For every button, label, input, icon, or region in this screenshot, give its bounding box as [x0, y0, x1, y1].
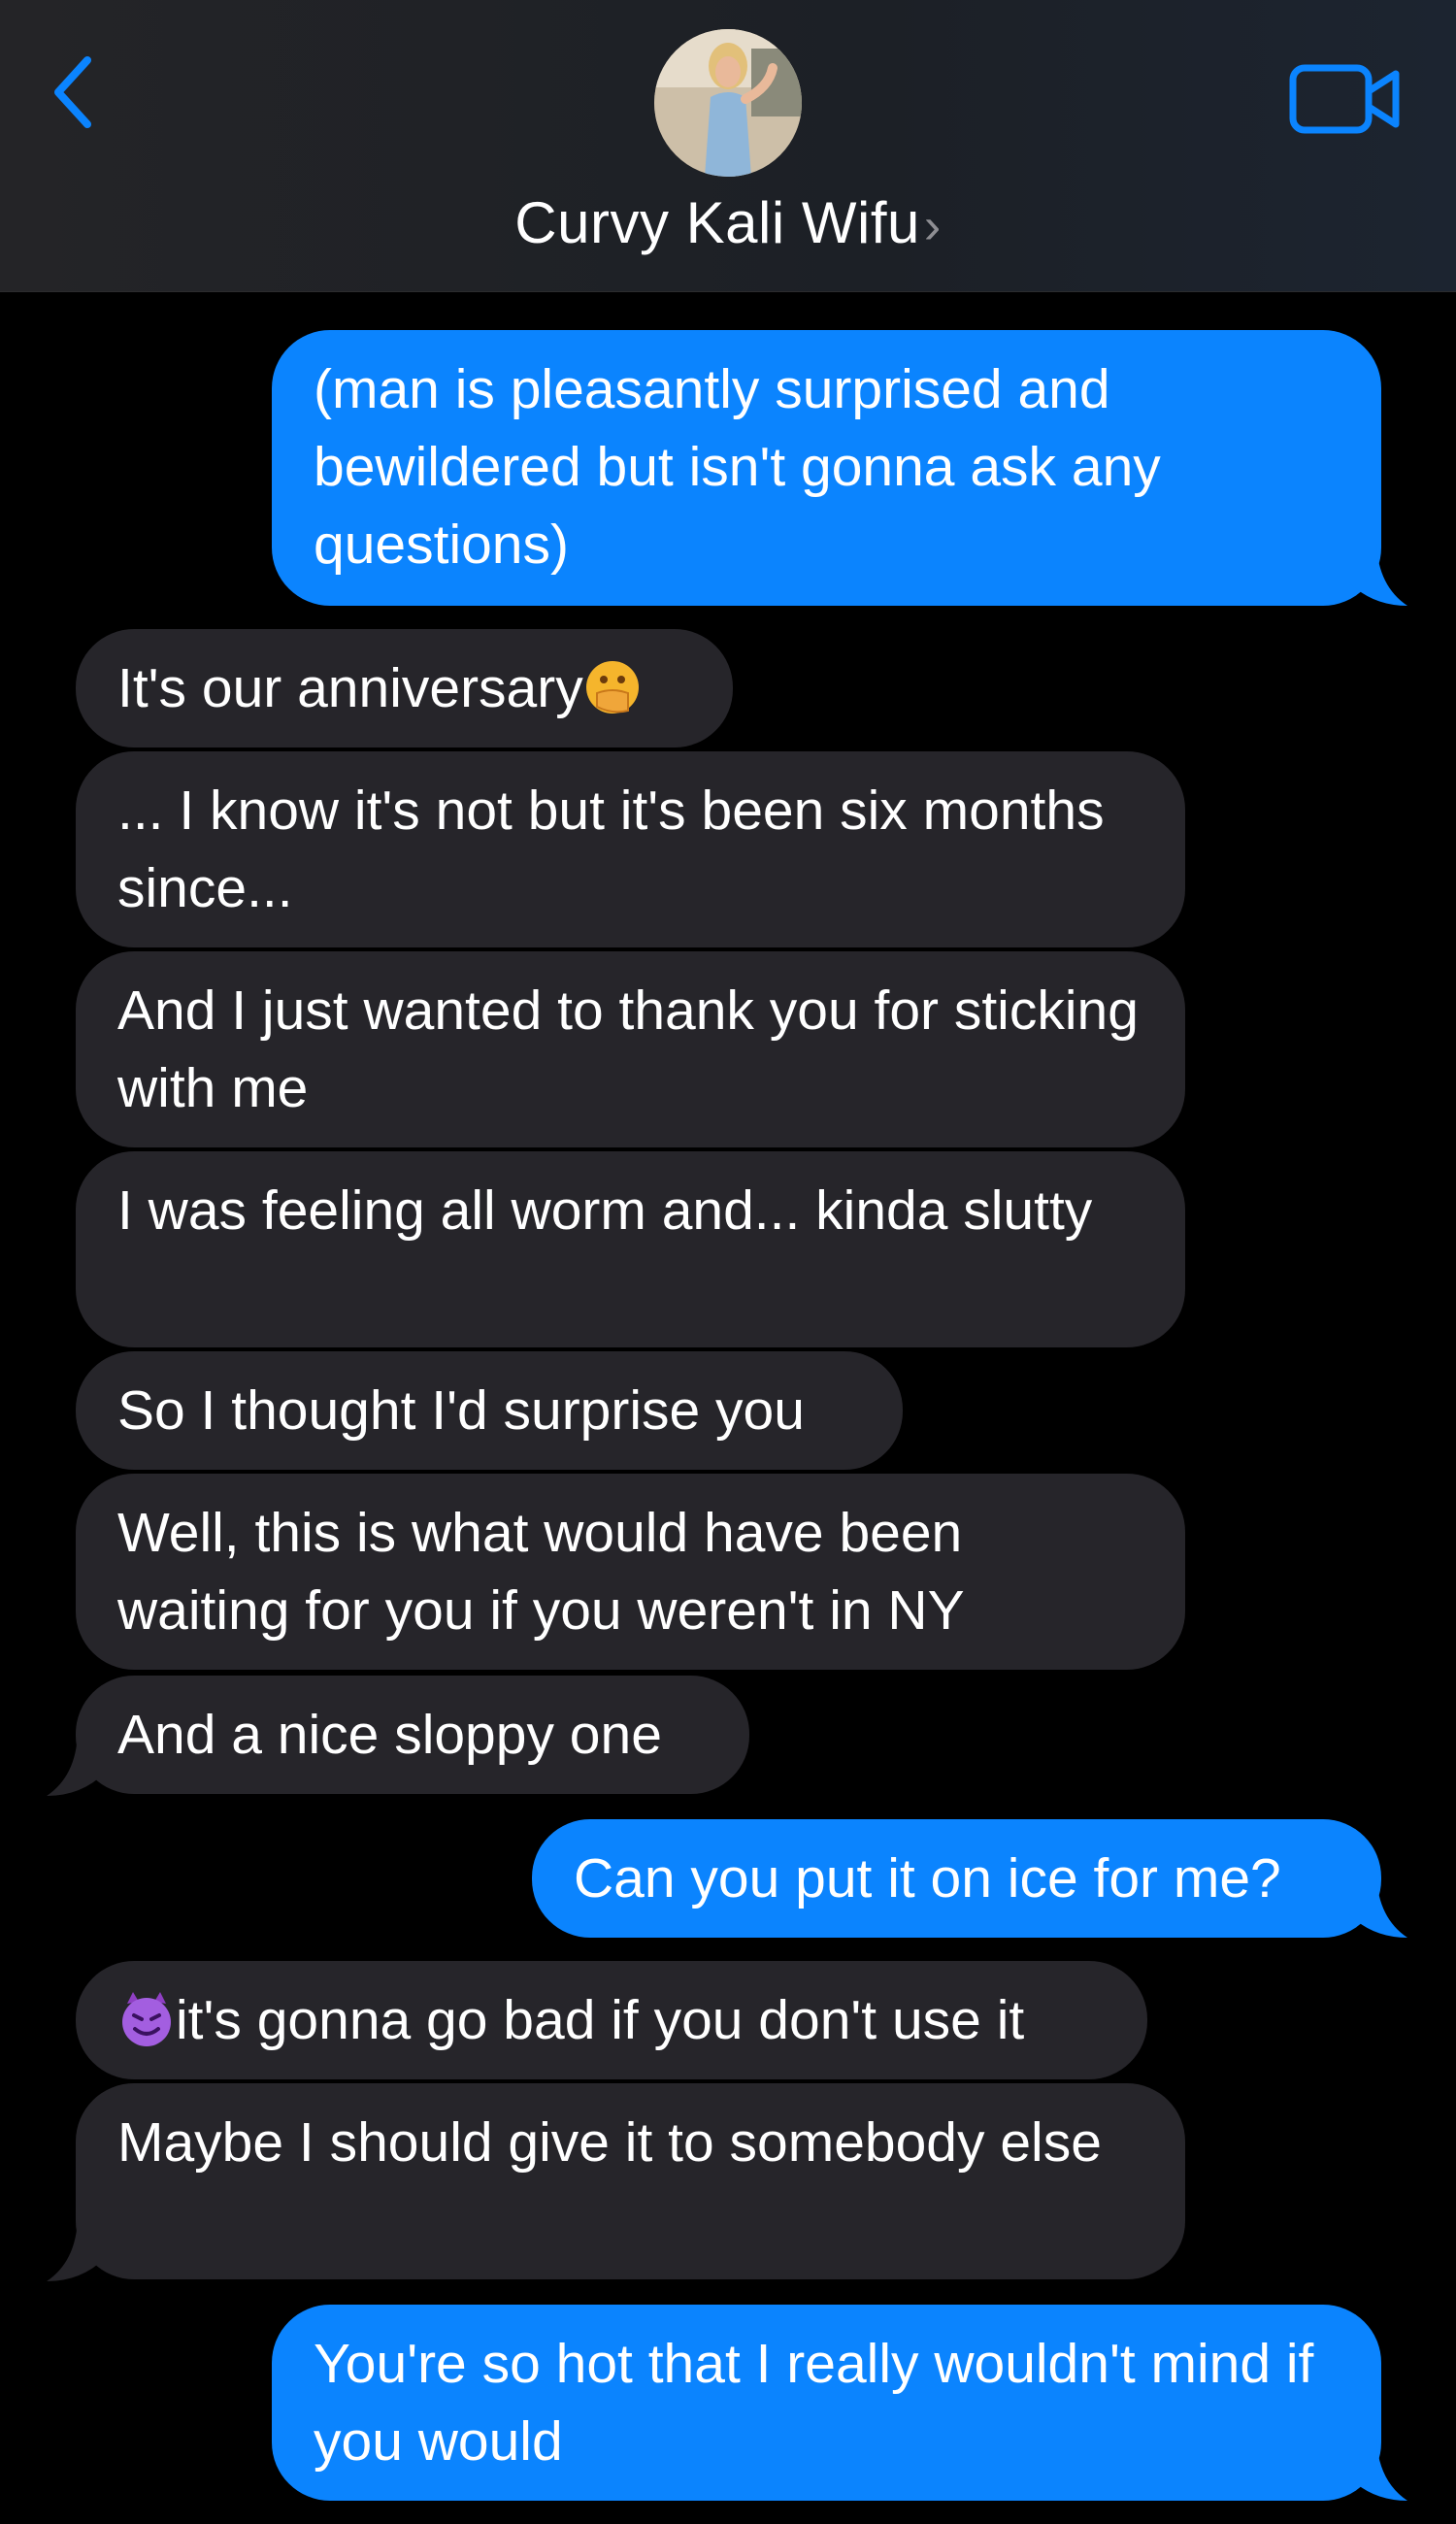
message-text: ... I know it's not but it's been six mo… [117, 780, 1105, 919]
bubble-tail [1349, 2439, 1407, 2501]
message-bubble-incoming[interactable]: It's our anniversary [76, 629, 733, 747]
contact-name-text: Curvy Kali Wifu [514, 190, 920, 255]
back-button[interactable] [47, 49, 105, 136]
chevron-left-icon [54, 56, 91, 128]
contact-name[interactable]: Curvy Kali Wifu› [0, 189, 1456, 256]
message-bubble-incoming[interactable]: Well, this is what would have been waiti… [76, 1474, 1185, 1670]
message-text: It's our anniversary [117, 657, 583, 719]
avatar-photo [654, 29, 802, 177]
message-text: Well, this is what would have been waiti… [117, 1502, 965, 1642]
conversation-header: Curvy Kali Wifu› [0, 0, 1456, 292]
message-bubble-outgoing[interactable]: You're so hot that I really wouldn't min… [272, 2305, 1381, 2501]
contact-avatar[interactable] [654, 29, 802, 177]
message-text: So I thought I'd surprise you [117, 1379, 805, 1442]
message-text: I was feeling all worm and... kinda slut… [117, 1179, 1093, 1242]
message-bubble-outgoing[interactable]: Can you put it on ice for me? [532, 1819, 1381, 1938]
message-text: And a nice sloppy one [117, 1704, 662, 1766]
bubble-tail [47, 2219, 105, 2281]
message-text: Maybe I should give it to somebody else [117, 2111, 1102, 2174]
message-text: Can you put it on ice for me? [574, 1847, 1281, 1910]
bubble-tail [1349, 544, 1407, 606]
chevron-right-icon: › [923, 198, 942, 254]
message-text: (man is pleasantly surprised and bewilde… [314, 358, 1161, 576]
bubble-tail [1349, 1876, 1407, 1938]
bubble-tail [47, 1734, 105, 1796]
message-thread[interactable]: (man is pleasantly surprised and bewilde… [0, 291, 1456, 2524]
message-bubble-outgoing[interactable]: (man is pleasantly surprised and bewilde… [272, 330, 1381, 606]
message-text: it's gonna go bad if you don't use it [176, 1989, 1025, 2051]
video-call-button[interactable] [1289, 62, 1402, 136]
hand-over-mouth-emoji [585, 661, 639, 714]
message-bubble-incoming[interactable]: ... I know it's not but it's been six mo… [76, 751, 1185, 947]
message-bubble-incoming[interactable]: Maybe I should give it to somebody else [76, 2083, 1185, 2279]
smiling-devil-emoji [122, 1992, 171, 2046]
message-bubble-incoming[interactable]: I was feeling all worm and... kinda slut… [76, 1151, 1185, 1347]
message-bubble-incoming[interactable]: And I just wanted to thank you for stick… [76, 951, 1185, 1147]
message-text: You're so hot that I really wouldn't min… [314, 2333, 1314, 2473]
video-camera-icon [1289, 64, 1400, 134]
message-bubble-incoming[interactable]: And a nice sloppy one [76, 1676, 749, 1794]
message-text: And I just wanted to thank you for stick… [117, 980, 1139, 1119]
message-bubble-incoming[interactable]: So I thought I'd surprise you [76, 1351, 903, 1470]
message-bubble-incoming[interactable]: it's gonna go bad if you don't use it [76, 1961, 1147, 2079]
